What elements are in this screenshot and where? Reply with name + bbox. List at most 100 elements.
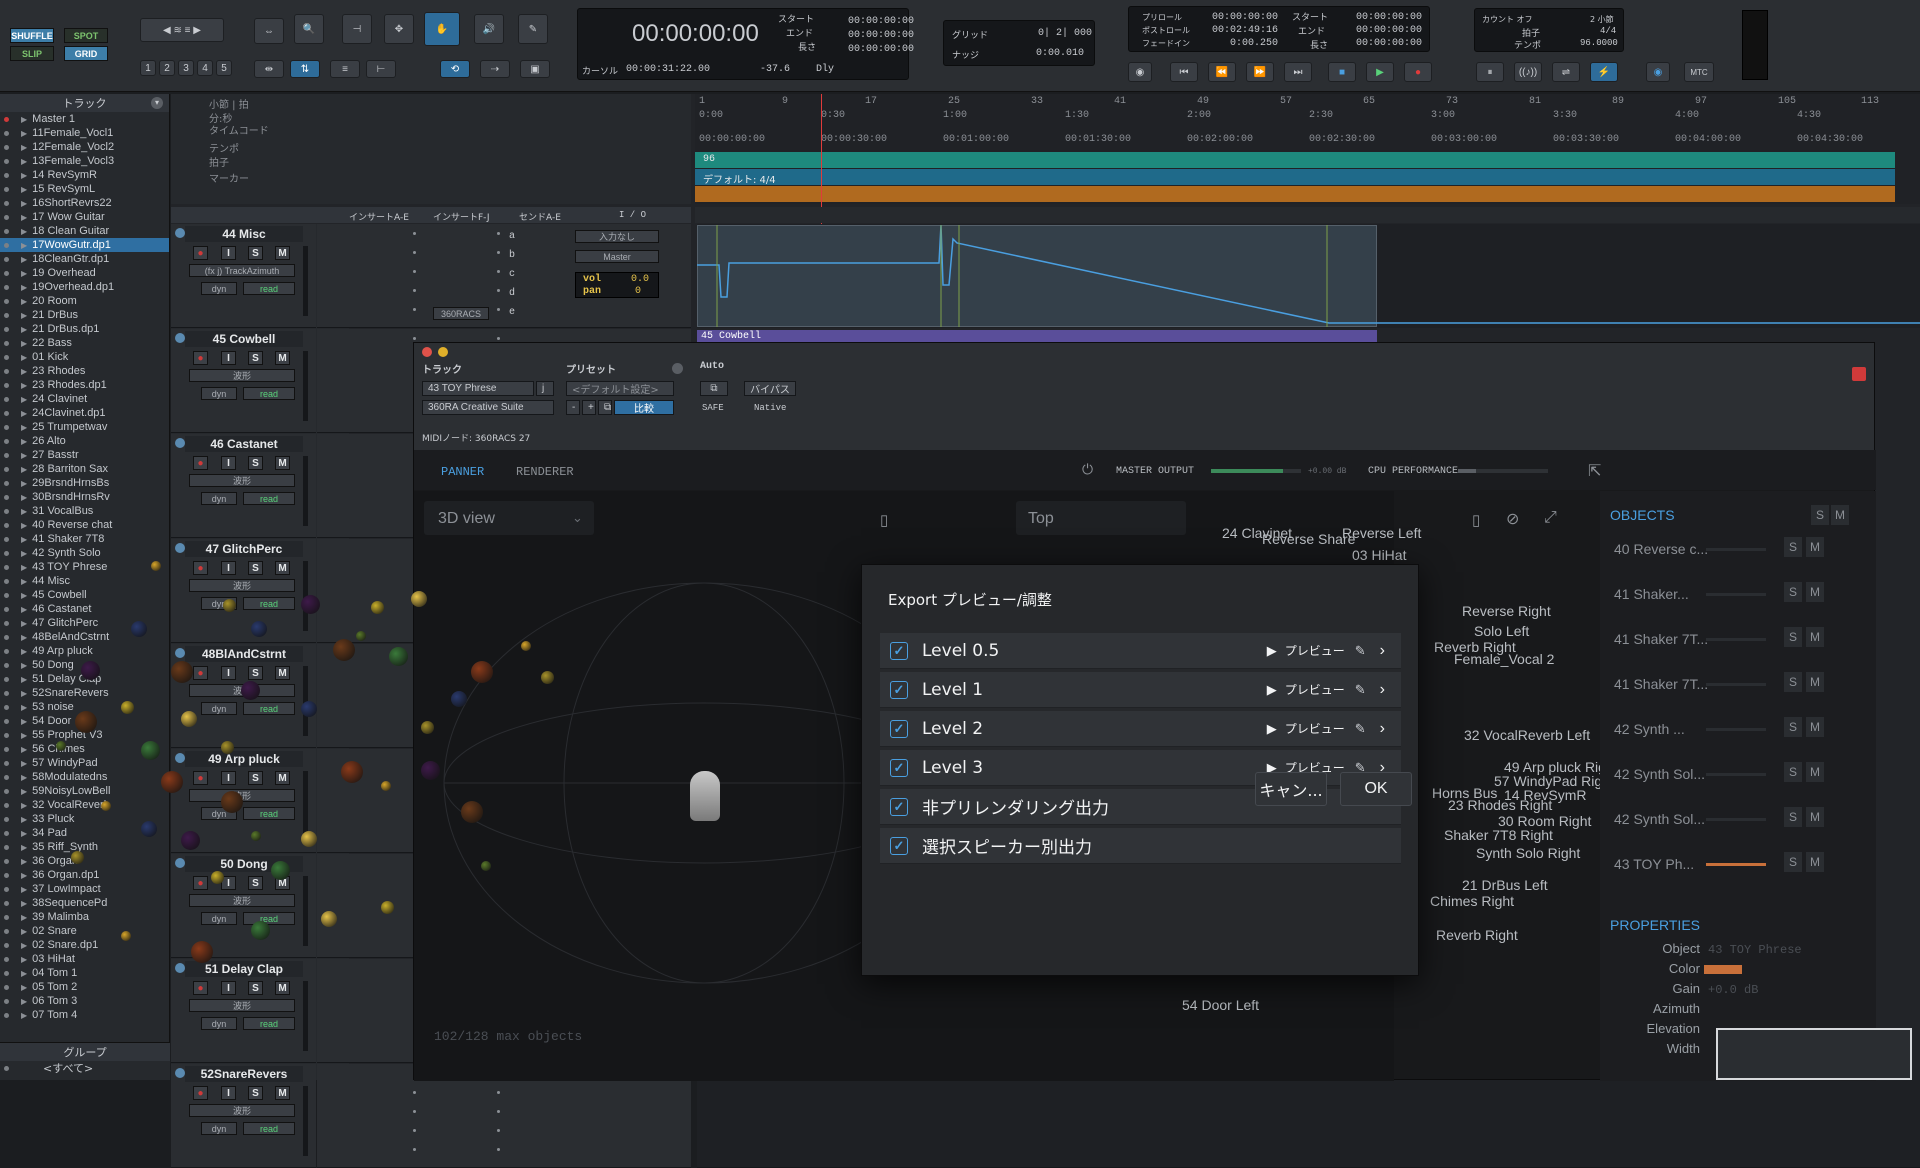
record-arm-icon[interactable]: ● [193, 666, 208, 680]
expand-triangle-icon[interactable]: ▶ [21, 745, 27, 754]
track-view-selector[interactable]: 波形 [189, 999, 295, 1012]
expand-triangle-icon[interactable]: ▶ [21, 717, 27, 726]
track-automation-mode[interactable]: read [243, 1017, 295, 1030]
minimize-window-icon[interactable] [438, 347, 448, 357]
top-view-object-label[interactable]: Reverse Share [1262, 531, 1355, 547]
track-list-item[interactable]: ▶ 06 Tom 3 [0, 994, 169, 1008]
track-visible-dot-icon[interactable] [4, 746, 9, 752]
audio-object-sphere[interactable] [321, 911, 337, 927]
track-list-item[interactable]: ▶ 58Modulatedns [0, 770, 169, 784]
expand-triangle-icon[interactable]: ▶ [21, 339, 27, 348]
track-header[interactable]: 50 Dong ● I S M 波形 dyn read [171, 854, 316, 958]
expand-triangle-icon[interactable]: ▶ [21, 507, 27, 516]
expand-triangle-icon[interactable]: ▶ [21, 773, 27, 782]
track-automation-mode[interactable]: read [243, 807, 295, 820]
meter-value[interactable]: 4/4 [1600, 26, 1616, 36]
top-view-object-label[interactable]: Synth Solo Right [1476, 845, 1580, 861]
insert-slot-dot[interactable] [497, 289, 500, 292]
window-icon[interactable]: ▣ [520, 60, 550, 78]
wait-for-note-icon[interactable]: ((♪)) [1514, 62, 1542, 82]
track-visible-dot-icon[interactable] [4, 424, 9, 430]
expand-triangle-icon[interactable]: ▶ [21, 577, 27, 586]
track-list-item[interactable]: ▶ 16ShortRevrs22 [0, 196, 169, 210]
track-visible-dot-icon[interactable] [4, 396, 9, 402]
audio-object-sphere[interactable] [271, 861, 290, 880]
top-view-object-label[interactable]: 03 HiHat [1352, 547, 1406, 563]
track-visible-dot-icon[interactable] [4, 522, 9, 528]
audio-object-sphere[interactable] [341, 761, 363, 783]
track-visible-dot-icon[interactable] [4, 214, 9, 220]
meter-ruler-bar[interactable] [695, 169, 1895, 185]
expand-triangle-icon[interactable]: ▶ [21, 269, 27, 278]
play-icon[interactable]: ▶ [1267, 682, 1277, 698]
postroll-value[interactable]: 00:02:49:16 [1212, 25, 1278, 36]
track-visible-dot-icon[interactable] [4, 242, 9, 248]
track-collapse-icon[interactable] [175, 753, 185, 763]
audio-object-sphere[interactable] [131, 621, 147, 637]
audio-object-sphere[interactable] [481, 861, 491, 871]
insert-slot-dot[interactable] [497, 251, 500, 254]
panner-tab[interactable]: PANNER [441, 465, 484, 479]
input-monitor-button[interactable]: I [221, 666, 236, 680]
zoom-preset-1[interactable]: 1 [140, 60, 156, 76]
track-visible-dot-icon[interactable] [4, 830, 9, 836]
thumbnail-preview[interactable] [1716, 1028, 1912, 1080]
expand-triangle-icon[interactable]: ▶ [21, 927, 27, 936]
object-gain-bar[interactable] [1706, 818, 1766, 821]
expand-triangle-icon[interactable]: ▶ [21, 185, 27, 194]
track-visible-dot-icon[interactable] [4, 144, 9, 150]
expand-triangle-icon[interactable]: ▶ [21, 311, 27, 320]
track-visible-dot-icon[interactable] [4, 998, 9, 1004]
expand-triangle-icon[interactable]: ▶ [21, 325, 27, 334]
scrubber-tool-icon[interactable]: 🔊 [474, 14, 504, 44]
chevron-right-icon[interactable]: › [1380, 720, 1385, 738]
object-row-label[interactable]: 42 Synth Sol... [1614, 811, 1705, 827]
input-monitor-button[interactable]: I [221, 771, 236, 785]
mute-button[interactable]: M [275, 771, 290, 785]
track-list-item[interactable]: ▶ 11Female_Vocl1 [0, 126, 169, 140]
track-visible-dot-icon[interactable] [4, 340, 9, 346]
track-collapse-icon[interactable] [175, 858, 185, 868]
track-visible-dot-icon[interactable] [4, 816, 9, 822]
fadein-value[interactable]: 0:00.250 [1230, 38, 1278, 49]
checkbox[interactable]: ✓ [890, 797, 908, 816]
auto-copy-icon[interactable]: ⧉ [700, 381, 728, 396]
record-arm-icon[interactable]: ● [193, 351, 208, 365]
expand-triangle-icon[interactable]: ▶ [21, 997, 27, 1006]
audio-object-sphere[interactable] [301, 595, 320, 614]
preview-label[interactable]: プレビュー [1285, 720, 1345, 737]
top-view-object-label[interactable]: Reverb Right [1436, 927, 1518, 943]
top-view-object-label[interactable]: Reverse Right [1462, 603, 1551, 619]
record-arm-icon[interactable]: ● [193, 1086, 208, 1100]
object-gain-bar[interactable] [1706, 548, 1766, 551]
metronome-icon[interactable]: ⏸ [1476, 62, 1504, 82]
insertion-follows-icon[interactable]: ⇅ [290, 60, 320, 78]
track-visible-dot-icon[interactable] [4, 256, 9, 262]
object-solo-button[interactable]: S [1784, 582, 1802, 602]
record-arm-icon[interactable]: ● [193, 246, 208, 260]
expand-triangle-icon[interactable]: ▶ [21, 661, 27, 670]
prop-object-value[interactable]: 43 TOY Phrese [1708, 943, 1802, 957]
expand-triangle-icon[interactable]: ▶ [21, 283, 27, 292]
pan-value[interactable]: 0 [635, 286, 641, 297]
expand-triangle-icon[interactable]: ▶ [21, 367, 27, 376]
object-row-label[interactable]: 41 Shaker... [1614, 586, 1689, 602]
object-row-label[interactable]: 41 Shaker 7T... [1614, 676, 1708, 692]
input-monitor-button[interactable]: I [221, 351, 236, 365]
track-visible-dot-icon[interactable] [4, 900, 9, 906]
track-visible-dot-icon[interactable] [4, 942, 9, 948]
expand-triangle-icon[interactable]: ▶ [21, 899, 27, 908]
object-mute-button[interactable]: M [1806, 627, 1824, 647]
track-visible-dot-icon[interactable] [4, 480, 9, 486]
record-arm-icon[interactable]: ● [193, 771, 208, 785]
cancel-button[interactable]: キャン... [1255, 772, 1327, 806]
expand-triangle-icon[interactable]: ▶ [21, 115, 27, 124]
mute-button[interactable]: M [275, 456, 290, 470]
track-list-item[interactable]: ▶ 02 Snare [0, 924, 169, 938]
top-view-object-label[interactable]: 23 Rhodes Right [1448, 797, 1552, 813]
stop-icon[interactable]: ■ [1328, 62, 1356, 82]
top-view-object-label[interactable]: Chimes Right [1430, 893, 1514, 909]
track-visible-dot-icon[interactable] [4, 270, 9, 276]
native-button[interactable]: Native [754, 403, 786, 413]
track-automation-mode[interactable]: read [243, 282, 295, 295]
